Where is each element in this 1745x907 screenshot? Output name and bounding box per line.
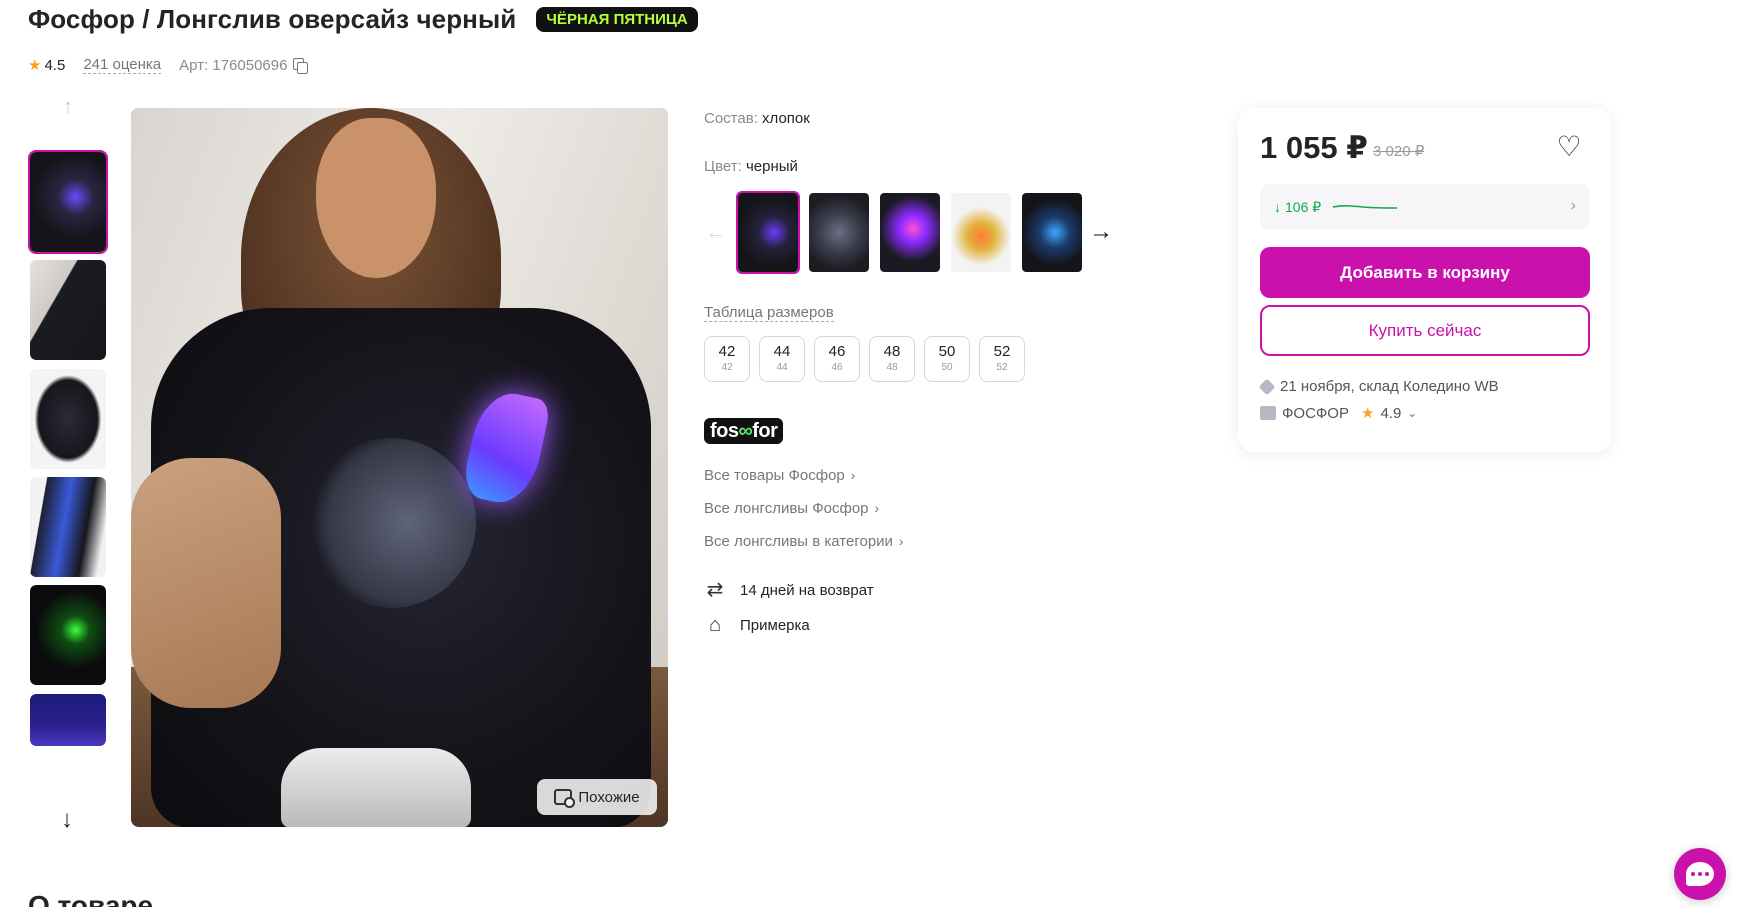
- size-table-link[interactable]: Таблица размеров: [704, 304, 834, 322]
- brand-logo-right: for: [752, 420, 778, 442]
- arrow-up-icon[interactable]: ↑: [59, 97, 77, 117]
- gallery-thumbnail[interactable]: [28, 258, 108, 362]
- delivery-info: 21 ноября, склад Коледино WB: [1258, 378, 1499, 395]
- star-icon: ★: [1360, 405, 1375, 422]
- size-option[interactable]: 50 50: [924, 336, 970, 382]
- star-icon: ★: [28, 57, 42, 74]
- rating-value: 4.5: [44, 56, 66, 74]
- size-label: 52: [993, 343, 1011, 360]
- chat-button[interactable]: [1674, 848, 1726, 900]
- composition: Состав: хлопок: [704, 110, 810, 127]
- color-swatch[interactable]: [949, 191, 1013, 274]
- copy-icon[interactable]: [293, 58, 309, 74]
- price-card: 1 055 ₽ 3 020 ₽ ♡ ↓ 106 ₽ › Добавить в к…: [1238, 108, 1611, 452]
- size-sublabel: 46: [831, 362, 843, 373]
- color-row: Цвет: черный: [704, 158, 798, 175]
- about-section-title: О товаре: [28, 890, 154, 907]
- return-label: 14 дней на возврат: [740, 581, 874, 599]
- seller-name: ФОСФОР: [1282, 404, 1349, 422]
- composition-value: хлопок: [762, 110, 810, 127]
- link-category-longsleeves[interactable]: Все лонгсливы в категории ›: [704, 533, 904, 550]
- size-sublabel: 44: [776, 362, 788, 373]
- composition-label: Состав:: [704, 110, 758, 127]
- size-option[interactable]: 44 44: [759, 336, 805, 382]
- image-cat-print: [306, 438, 476, 608]
- size-option[interactable]: 52 52: [979, 336, 1025, 382]
- chevron-right-icon: ›: [874, 500, 880, 516]
- link-label: Все лонгсливы Фосфор: [704, 500, 869, 517]
- image-arm: [131, 458, 281, 708]
- arrow-right-icon[interactable]: →: [1088, 219, 1114, 245]
- chat-icon: [1686, 862, 1714, 886]
- price-drop-value: 106 ₽: [1285, 198, 1322, 215]
- chevron-right-icon: ›: [850, 467, 856, 483]
- similar-label: Похожие: [578, 788, 640, 806]
- seller-info[interactable]: ФОСФОР ★ 4.9 ⌄: [1260, 404, 1417, 422]
- price-history-sparkline: [1333, 205, 1398, 209]
- add-to-cart-button[interactable]: Добавить в корзину: [1260, 247, 1590, 298]
- buy-now-button[interactable]: Купить сейчас: [1260, 305, 1590, 356]
- brand-logo-infinity: ∞: [738, 420, 753, 442]
- tag-icon: ⌂: [708, 614, 722, 636]
- page-title: Фосфор / Лонгслив оверсайз черный: [28, 4, 517, 34]
- shop-icon: [1260, 406, 1276, 420]
- chevron-right-icon: ›: [898, 533, 904, 549]
- arrow-down-icon[interactable]: ↓: [55, 808, 79, 832]
- product-meta: ★ 4.5 241 оценка Арт: 176050696: [28, 56, 309, 74]
- size-sublabel: 52: [996, 362, 1008, 373]
- old-price: 3 020 ₽: [1373, 143, 1425, 160]
- size-option[interactable]: 48 48: [869, 336, 915, 382]
- brand-logo-left: fos: [710, 420, 739, 442]
- size-option[interactable]: 46 46: [814, 336, 860, 382]
- size-sublabel: 50: [941, 362, 953, 373]
- promo-badge: ЧЁРНАЯ ПЯТНИЦА: [536, 7, 698, 32]
- size-label: 42: [718, 343, 736, 360]
- box-icon: [1258, 378, 1276, 395]
- link-label: Все лонгсливы в категории: [704, 533, 893, 550]
- chevron-down-icon: ⌄: [1407, 406, 1418, 420]
- size-option[interactable]: 42 42: [704, 336, 750, 382]
- gallery-thumbnail[interactable]: [28, 150, 108, 254]
- color-label: Цвет:: [704, 158, 742, 175]
- gallery-thumbnail[interactable]: [28, 583, 108, 687]
- link-label: Все товары Фосфор: [704, 467, 845, 484]
- article-number: Арт: 176050696: [179, 56, 288, 74]
- color-swatch[interactable]: [878, 191, 942, 274]
- size-label: 48: [883, 343, 901, 360]
- fitting-info: ⌂ Примерка: [704, 614, 810, 636]
- main-product-image[interactable]: [131, 108, 668, 827]
- similar-button[interactable]: Похожие: [537, 779, 657, 815]
- title-row: Фосфор / Лонгслив оверсайз черный ЧЁРНАЯ…: [28, 4, 698, 35]
- fitting-label: Примерка: [740, 616, 810, 634]
- color-swatch[interactable]: [807, 191, 871, 274]
- size-sublabel: 42: [721, 362, 733, 373]
- gallery-thumbnail[interactable]: [28, 692, 108, 748]
- gallery-thumbnail[interactable]: [28, 475, 108, 579]
- price-history[interactable]: ↓ 106 ₽ ›: [1260, 184, 1590, 230]
- return-policy: ⇄ 14 дней на возврат: [704, 579, 874, 601]
- color-swatch[interactable]: [736, 191, 800, 274]
- seller-rating: 4.9: [1380, 404, 1402, 422]
- size-sublabel: 48: [886, 362, 898, 373]
- size-label: 46: [828, 343, 846, 360]
- size-label: 50: [938, 343, 956, 360]
- link-all-brand-products[interactable]: Все товары Фосфор ›: [704, 467, 855, 484]
- arrow-down-icon: ↓: [1274, 199, 1281, 215]
- reviews-link[interactable]: 241 оценка: [83, 56, 162, 74]
- return-icon: ⇄: [706, 579, 724, 601]
- size-label: 44: [773, 343, 791, 360]
- delivery-label: 21 ноября, склад Коледино WB: [1280, 378, 1499, 395]
- link-brand-longsleeves[interactable]: Все лонгсливы Фосфор ›: [704, 500, 879, 517]
- gallery-thumbnail[interactable]: [28, 367, 108, 471]
- heart-icon[interactable]: ♡: [1554, 132, 1584, 162]
- chevron-right-icon: ›: [1570, 197, 1576, 214]
- brand-logo[interactable]: fos∞for: [704, 418, 784, 444]
- current-price: 1 055 ₽: [1260, 130, 1368, 165]
- color-value: черный: [745, 158, 798, 175]
- search-similar-icon: [554, 789, 576, 808]
- color-swatch[interactable]: [1020, 191, 1084, 274]
- image-face: [316, 118, 436, 278]
- arrow-left-icon[interactable]: ←: [704, 220, 728, 244]
- image-shoe: [281, 748, 471, 827]
